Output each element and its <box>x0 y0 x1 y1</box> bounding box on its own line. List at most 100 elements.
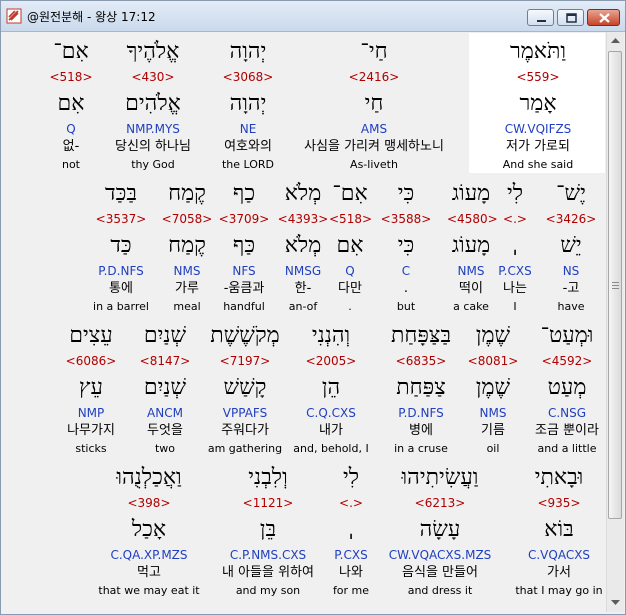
vertical-scrollbar[interactable] <box>606 32 624 612</box>
interlinear-word[interactable]: אֱלֹהֶיךָ <430> אֱלֹהִים NMP.MYS 당신의 하나님 thy … <box>95 37 211 173</box>
maximize-button[interactable] <box>557 9 584 26</box>
word-lemma: יְהוָה <box>229 91 267 116</box>
interlinear-word[interactable]: וְהִנְנִי <2005> הֵן C.Q.CXS 내가 and, behold, … <box>289 321 373 457</box>
word-morph: C.VQACXS <box>527 548 591 562</box>
interlinear-word[interactable]: וַתֹּאמֶר <559> אָמַר CW.VQIFZS 저가 가로되 And sh… <box>473 37 603 173</box>
interlinear-view[interactable]: וַתֹּאמֶר <559> אָמַר CW.VQIFZS 저가 가로되 And sh… <box>7 33 605 611</box>
word-strong: <7058> <box>161 212 213 226</box>
word-kor: 없- <box>62 139 80 154</box>
word-strong: <935> <box>537 496 581 510</box>
word-eng: not <box>61 158 80 171</box>
word-morph: NMS <box>173 264 201 278</box>
word-strong: <3588> <box>380 212 432 226</box>
interlinear-word[interactable]: אִם־ <518> אִם Q 없-not <box>47 37 95 173</box>
interlinear-word[interactable]: קֶמַח <7058> קֶמַח NMS 가루 meal <box>161 179 213 315</box>
word-strong: <3709> <box>218 212 270 226</box>
interlinear-word[interactable]: בַּכַּד <3537> כַּד P.D.NFS 통에 in a barrel <box>81 179 161 315</box>
word-eng: am gathering <box>207 442 283 455</box>
interlinear-word[interactable]: יְהוָה <3068> יְהוָה NE 여호와의 the LORD <box>215 37 281 173</box>
minimize-button[interactable] <box>527 9 554 26</box>
word-morph: NMS <box>457 264 485 278</box>
word-eng: a cake <box>453 300 489 313</box>
word-eng: meal <box>173 300 201 313</box>
word-heb: בַּצַּפָּחַת <box>390 323 452 348</box>
word-morph: NMS <box>479 406 507 420</box>
interlinear-word[interactable]: וְלִבְנִי <1121> בֵּן C.P.NMS.CXS 내 아들을 위하여 a… <box>203 463 333 599</box>
title-bar[interactable]: @원전분해 - 왕상 17:12 <box>1 1 625 32</box>
word-heb: חַי־ <box>360 39 388 64</box>
interlinear-word[interactable]: מְלֹא <4393> מְלֹא NMSG 한-an-of <box>277 179 329 315</box>
word-kor: 가루 <box>175 281 199 296</box>
interlinear-word[interactable]: וַעֲשִׂיתִיהוּ <6213> עָשָׂה CW.VQACXS.MZS 음… <box>375 463 505 599</box>
word-eng: I <box>513 300 517 313</box>
word-strong: <1121> <box>242 496 294 510</box>
word-heb: כַף <box>232 181 256 206</box>
word-heb: וַעֲשִׂיתִיהוּ <box>401 465 479 490</box>
maximize-icon <box>566 13 577 23</box>
verse-line: יֶשׁ־ <3426> יֵשׁ NS -고 have לִי <.> ˌ P.CXS 나는 I מָ… <box>7 179 605 315</box>
word-morph: CW.VQACXS.MZS <box>388 548 492 562</box>
word-strong: <2005> <box>305 354 357 368</box>
word-lemma: יֵשׁ <box>560 233 582 258</box>
interlinear-word[interactable]: וּבָאתִי <935> בּוֹא C.VQACXS 가서 that I may g… <box>509 463 609 599</box>
word-kor: 내가 <box>319 423 343 438</box>
word-heb: וַאֲכַלְנֻהוּ <box>116 465 182 490</box>
interlinear-word[interactable]: עֵצִים <6086> עֵץ NMP 나무가지 sticks <box>55 321 127 457</box>
word-strong: <430> <box>131 70 175 84</box>
word-kor: 먹고 <box>137 565 161 580</box>
word-heb: אֱלֹהֶיךָ <box>126 39 180 64</box>
interlinear-word[interactable]: כַף <3709> כַּף NFS -움큼과 handful <box>213 179 275 315</box>
word-kor: 떡이 <box>459 281 483 296</box>
word-strong: <2416> <box>348 70 400 84</box>
grip-line <box>612 288 619 289</box>
interlinear-word[interactable]: וַאֲכַלְנֻהוּ <398> אָכַל C.QA.XP.MZS 먹고 that… <box>89 463 209 599</box>
word-strong: <6213> <box>414 496 466 510</box>
word-kor: 병에 <box>409 423 433 438</box>
word-morph: C.NSG <box>547 406 587 420</box>
scroll-up-arrow-icon[interactable] <box>607 32 624 49</box>
interlinear-word[interactable]: בַּצַּפָּחַת <6835> צַפַּחַת P.D.NFS 병에 in a … <box>379 321 463 457</box>
word-heb: שְׁנַיִם <box>143 323 187 348</box>
word-lemma: ˌ <box>511 233 519 258</box>
interlinear-word[interactable]: לִי <.> ˌ P.CXS 나와 for me <box>329 463 373 599</box>
word-kor: 두엇을 <box>147 423 183 438</box>
word-morph: P.D.NFS <box>398 406 444 420</box>
word-lemma: אֱלֹהִים <box>125 91 181 116</box>
word-morph: P.CXS <box>334 548 368 562</box>
word-lemma: אָכַל <box>131 517 167 542</box>
close-button[interactable] <box>587 9 620 26</box>
word-strong: <.> <box>339 496 363 510</box>
word-eng: an-of <box>288 300 318 313</box>
word-strong: <3537> <box>95 212 147 226</box>
interlinear-word[interactable]: וּמְעַט־ <4592> מְעַט C.NSG 조금 뿐이라 and a litt… <box>525 321 609 457</box>
word-heb: קֶמַח <box>168 181 206 206</box>
word-morph: VPPAFS <box>222 406 268 420</box>
word-heb: בַּכַּד <box>105 181 137 206</box>
word-lemma: מְעַט <box>547 375 587 400</box>
word-morph: P.D.NFS <box>98 264 144 278</box>
word-lemma: עֵץ <box>79 375 103 400</box>
interlinear-word[interactable]: לִי <.> ˌ P.CXS 나는 I <box>495 179 535 315</box>
word-strong: <518> <box>329 212 373 226</box>
scrollbar-thumb[interactable] <box>608 51 622 519</box>
word-eng: for me <box>332 584 370 597</box>
interlinear-word[interactable]: שֶׁמֶן <8081> שֶׁמֶן NMS 기름 oil <box>467 321 519 457</box>
word-heb: לִי <box>506 181 524 206</box>
word-strong: <559> <box>516 70 560 84</box>
word-morph: NMP <box>77 406 105 420</box>
interlinear-word[interactable]: כִּי <3588> כִּי C. but <box>375 179 437 315</box>
interlinear-word[interactable]: אִם־ <518> אִם Q 다만. <box>329 179 373 315</box>
interlinear-word[interactable]: מְקֹשֶׁשֶׁת <7197> קָשַׁשׁ VPPAFS 주워다가 am gat… <box>203 321 287 457</box>
interlinear-word[interactable]: יֶשׁ־ <3426> יֵשׁ NS -고 have <box>537 179 605 315</box>
verse-line: וַתֹּאמֶר <559> אָמַר CW.VQIFZS 저가 가로되 And sh… <box>7 37 605 173</box>
minimize-icon <box>537 20 546 22</box>
word-eng: . <box>348 300 352 313</box>
interlinear-word[interactable]: חַי־ <2416> חַי AMS 사심을 가리켜 맹세하노니 As-liveth <box>281 37 467 173</box>
scroll-down-arrow-icon[interactable] <box>607 594 624 611</box>
word-lemma: מְלֹא <box>284 233 322 258</box>
word-morph: NE <box>239 122 257 136</box>
word-morph: Q <box>345 264 355 278</box>
word-strong: <518> <box>49 70 93 84</box>
interlinear-word[interactable]: שְׁנַיִם <8147> שְׁנַיִם ANCM 두엇을 two <box>129 321 201 457</box>
interlinear-word[interactable]: מָעוֹג <4580> מָעוֹג NMS 떡이 a cake <box>447 179 498 315</box>
